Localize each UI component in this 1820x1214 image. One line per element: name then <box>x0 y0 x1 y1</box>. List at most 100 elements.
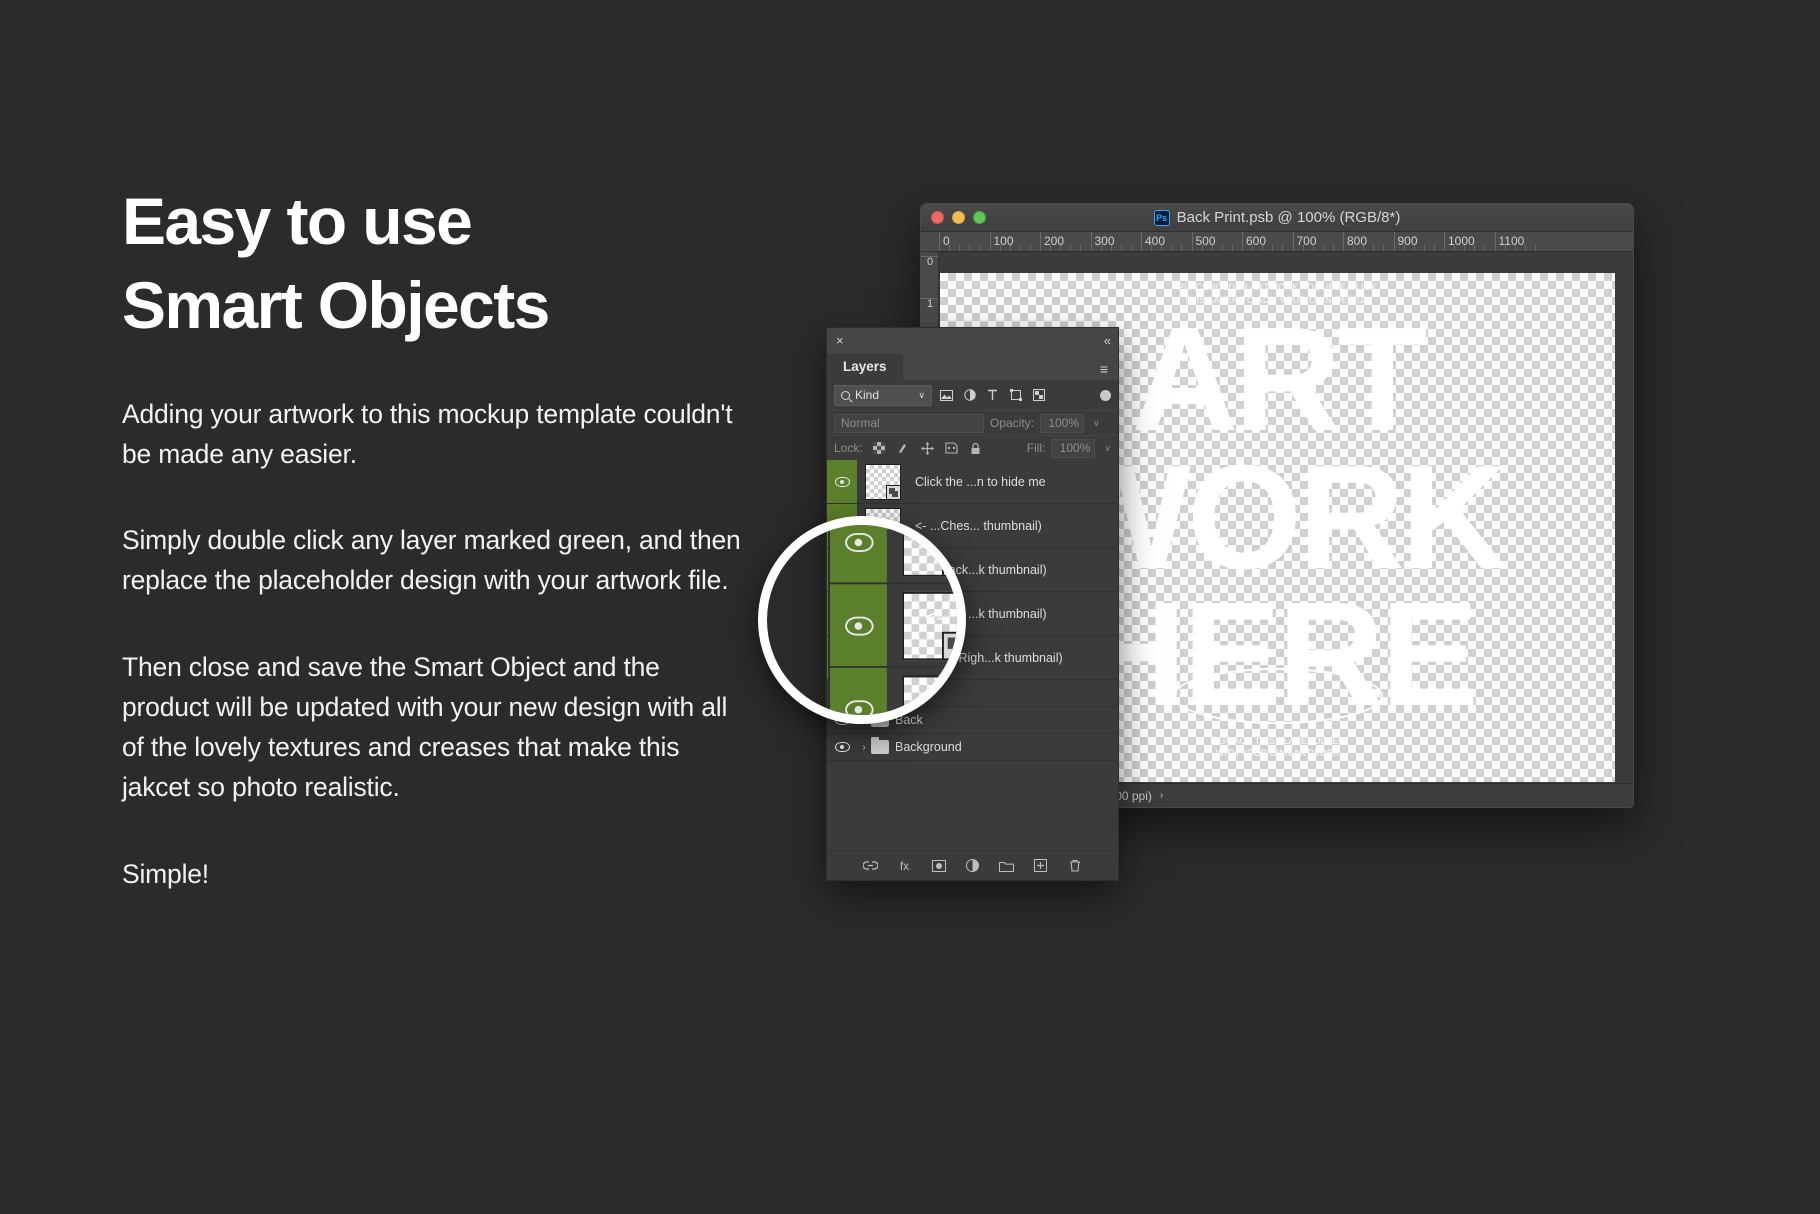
status-expand-arrow-icon[interactable]: › <box>1160 790 1163 801</box>
layer-thumbnail-cell[interactable] <box>887 584 957 666</box>
instruction-paragraph-4: Simple! <box>122 858 209 889</box>
ruler-minor-tick <box>1171 245 1173 251</box>
ruler-minor-tick <box>1120 245 1122 251</box>
collapse-panel-icon[interactable]: « <box>1104 334 1111 347</box>
ruler-minor-tick <box>1019 245 1021 251</box>
layer-style-fx-icon[interactable]: fx <box>897 858 912 873</box>
marketing-copy: Easy to use Smart Objects Adding your ar… <box>122 180 742 894</box>
layer-filter-row[interactable]: Kind ∨ <box>827 380 1118 410</box>
horizontal-ruler[interactable]: 0 100 200 300 400 500 600 700 800 900 1000 1100 <box>921 232 1633 252</box>
new-adjustment-layer-icon[interactable] <box>965 858 980 873</box>
loupe-content: × « Layers ≡ Kind ∨ <box>767 525 957 715</box>
ruler-minor-tick <box>1060 245 1062 251</box>
layer-group-row[interactable]: › Background <box>827 734 1118 761</box>
artwork-caption-top: PLACEHOLDER ARTWORK - DOUBLE CLICK THIS … <box>1178 281 1377 307</box>
smart-object-thumbnail[interactable] <box>901 674 957 715</box>
chevron-down-icon: ∨ <box>918 389 925 400</box>
panel-tab-bar[interactable]: Layers ≡ <box>827 353 1118 380</box>
ruler-minor-tick <box>1413 245 1415 251</box>
loupe-pointer-arrow: <- <box>924 607 943 629</box>
filter-enable-toggle[interactable] <box>1100 389 1111 401</box>
delete-layer-icon[interactable] <box>1067 858 1082 873</box>
instructions-body: Adding your artwork to this mockup templ… <box>122 394 742 894</box>
adjustment-layer-filter-icon[interactable] <box>962 388 977 403</box>
window-titlebar[interactable]: Ps Back Print.psb @ 100% (RGB/8*) <box>921 204 1633 232</box>
fill-input[interactable]: 100% <box>1051 438 1096 458</box>
ruler-minor-tick <box>1423 245 1425 251</box>
ruler-tick: 1 <box>921 298 938 310</box>
close-window-button[interactable] <box>931 211 944 224</box>
blend-mode-select[interactable]: Normal <box>834 413 984 433</box>
layer-visibility-toggle[interactable] <box>827 734 857 760</box>
ruler-minor-tick <box>1080 245 1082 251</box>
ruler-minor-tick <box>1474 245 1476 251</box>
smart-object-thumbnail[interactable] <box>901 525 957 576</box>
lock-all-icon[interactable] <box>969 442 982 455</box>
artwork-oval-outline <box>1172 668 1383 724</box>
ruler-minor-tick <box>1454 245 1456 251</box>
ruler-minor-tick <box>1231 245 1233 251</box>
ruler-minor-tick <box>1332 245 1334 251</box>
opacity-label: Opacity: <box>990 416 1035 430</box>
ruler-minor-tick <box>1211 245 1213 251</box>
layer-visibility-toggle[interactable] <box>827 460 857 503</box>
layers-panel-footer[interactable]: fx <box>827 850 1118 880</box>
layer-row[interactable]: Click the ...n to hide me <box>827 460 1118 504</box>
lock-transparent-pixels-icon[interactable] <box>873 442 886 455</box>
lock-position-icon[interactable] <box>920 441 934 455</box>
panel-titlebar[interactable]: × « <box>827 328 1118 353</box>
ruler-minor-tick <box>979 245 981 251</box>
layer-visibility-toggle[interactable] <box>829 525 887 583</box>
layer-thumbnail-cell[interactable] <box>857 460 909 503</box>
layer-visibility-toggle[interactable] <box>829 583 887 666</box>
close-icon[interactable]: × <box>836 334 844 347</box>
opacity-input[interactable]: 100% <box>1040 413 1085 433</box>
smart-object-badge-icon <box>941 714 957 715</box>
fill-chevron-down-icon[interactable]: ∨ <box>1104 443 1111 454</box>
lock-artboard-nesting-icon[interactable] <box>945 442 958 455</box>
zoom-loupe: × « Layers ≡ Kind ∨ <box>758 516 966 724</box>
ruler-minor-tick <box>1373 245 1375 251</box>
promo-slide: Easy to use Smart Objects Adding your ar… <box>0 0 1820 1214</box>
window-title-group: Ps Back Print.psb @ 100% (RGB/8*) <box>921 209 1633 226</box>
new-group-icon[interactable] <box>999 858 1014 873</box>
minimize-window-button[interactable] <box>952 211 965 224</box>
search-icon <box>841 390 850 400</box>
shape-layer-filter-icon[interactable] <box>1008 388 1023 403</box>
headline-line-2: Smart Objects <box>122 267 550 342</box>
ruler-tick: 0 <box>921 256 938 268</box>
ruler-minor-tick <box>1282 245 1284 251</box>
tab-layers[interactable]: Layers <box>827 354 903 380</box>
ruler-minor-tick <box>1070 245 1072 251</box>
artwork-word-2: WORK <box>1051 434 1508 600</box>
smart-object-badge-icon <box>941 546 957 576</box>
lock-icon-group[interactable] <box>873 441 982 455</box>
lock-row[interactable]: Lock: Fill: 100% ∨ <box>827 435 1118 460</box>
layer-row[interactable]: <- ...Back...k thumbnail) <box>829 667 957 715</box>
new-layer-icon[interactable] <box>1033 858 1048 873</box>
lock-image-pixels-icon[interactable] <box>897 442 910 455</box>
maximize-window-button[interactable] <box>973 211 986 224</box>
window-controls[interactable] <box>931 211 986 224</box>
panel-menu-icon[interactable]: ≡ <box>1100 362 1118 380</box>
artwork-wordmark: ART WORK HERE <box>1051 306 1508 729</box>
filter-type-icons[interactable] <box>939 388 1046 403</box>
pixel-layer-filter-icon[interactable] <box>939 388 954 403</box>
opacity-chevron-down-icon[interactable]: ∨ <box>1093 418 1100 429</box>
filter-kind-select[interactable]: Kind ∨ <box>834 384 932 406</box>
layer-visibility-toggle[interactable] <box>829 667 887 715</box>
link-layers-icon[interactable] <box>863 858 878 873</box>
smart-object-filter-icon[interactable] <box>1031 388 1046 403</box>
type-layer-filter-icon[interactable] <box>985 388 1000 403</box>
smart-object-thumbnail[interactable] <box>865 463 901 500</box>
fill-label: Fill: <box>1026 441 1046 455</box>
layer-thumbnail-cell[interactable] <box>887 668 957 715</box>
add-layer-mask-icon[interactable] <box>931 858 946 873</box>
layer-name: Click the ...n to hide me <box>915 474 1046 489</box>
smart-object-badge-icon <box>886 484 901 500</box>
layer-row[interactable]: Click the ...n to hide me <box>829 525 957 584</box>
ruler-minor-tick <box>1353 245 1355 251</box>
chevron-right-icon[interactable]: › <box>857 742 871 753</box>
layer-thumbnail-cell[interactable] <box>887 525 957 582</box>
blend-mode-row[interactable]: Normal Opacity: 100% ∨ <box>827 410 1118 435</box>
